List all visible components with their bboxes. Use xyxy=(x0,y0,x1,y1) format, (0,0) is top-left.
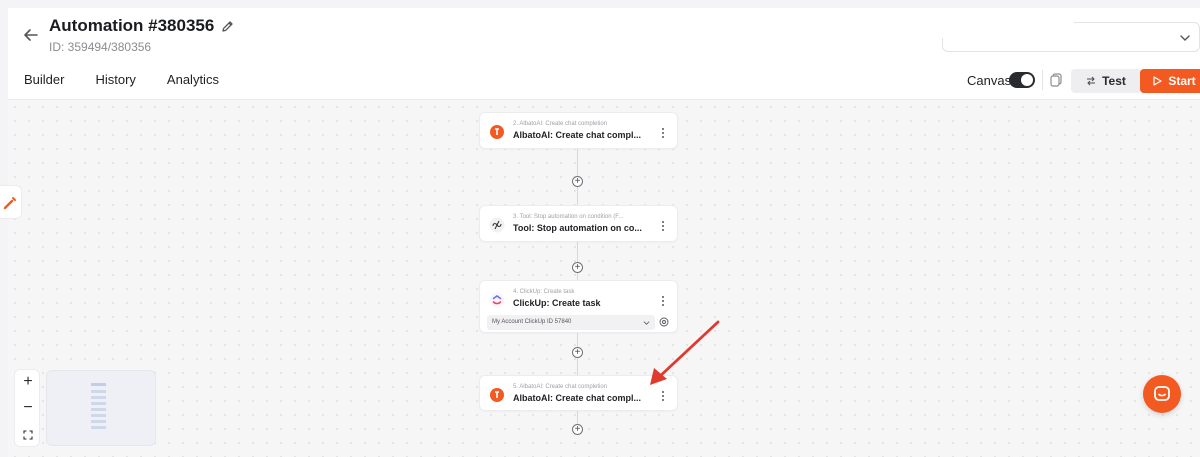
zoom-controls: + − xyxy=(14,369,40,447)
minimap-node xyxy=(91,408,106,411)
chat-icon xyxy=(1154,386,1170,401)
account-select[interactable]: My Account ClickUp ID 57840 xyxy=(487,315,655,330)
edit-pencil-icon[interactable] xyxy=(220,19,235,34)
test-button[interactable]: Test xyxy=(1071,69,1141,93)
fit-view-icon xyxy=(23,430,33,440)
albato-ai-icon xyxy=(490,388,504,402)
swap-arrows-icon xyxy=(1087,76,1096,86)
flow-connector xyxy=(577,242,578,280)
canvas-toggle[interactable] xyxy=(1009,72,1035,88)
automation-id: ID: 359494/380356 xyxy=(49,40,152,54)
chevron-down-icon xyxy=(1180,35,1190,41)
start-button-label: Start xyxy=(1168,74,1196,88)
more-vertical-icon[interactable] xyxy=(661,220,665,232)
tab-history[interactable]: History xyxy=(95,72,135,87)
minimap-node xyxy=(91,383,106,386)
play-icon xyxy=(1153,76,1162,86)
add-step-button[interactable]: + xyxy=(572,424,583,435)
step-title: AlbatoAI: Create chat compl... xyxy=(513,393,642,403)
step-title: ClickUp: Create task xyxy=(513,298,601,308)
step-card[interactable]: 3. Tool: Stop automation on condition (F… xyxy=(479,205,678,242)
tab-analytics[interactable]: Analytics xyxy=(167,72,219,87)
minimap-node xyxy=(91,420,106,423)
tool-icon xyxy=(489,217,505,233)
fit-view-button[interactable] xyxy=(15,422,41,448)
step-subtitle: 2. AlbatoAI: Create chat completion xyxy=(513,121,608,127)
more-vertical-icon[interactable] xyxy=(661,390,665,402)
step-subtitle: 3. Tool: Stop automation on condition (F… xyxy=(513,214,624,220)
more-vertical-icon[interactable] xyxy=(661,295,665,307)
magic-wand-icon xyxy=(3,197,16,210)
minimap-node xyxy=(91,414,106,417)
add-step-button[interactable]: + xyxy=(572,347,583,358)
more-vertical-icon[interactable] xyxy=(661,127,665,139)
minimap-node xyxy=(91,390,106,393)
tab-bar: Builder History Analytics xyxy=(24,72,250,87)
test-button-label: Test xyxy=(1102,74,1126,88)
minimap[interactable] xyxy=(46,370,156,446)
canvas-toggle-label: Canvas xyxy=(967,73,1012,88)
zoom-in-button[interactable]: + xyxy=(15,370,41,396)
toggle-knob xyxy=(1021,74,1033,86)
albato-ai-icon xyxy=(490,125,504,139)
clickup-icon xyxy=(489,292,505,308)
account-select-value: My Account ClickUp ID 57840 xyxy=(492,319,572,325)
start-button[interactable]: Start xyxy=(1140,69,1200,93)
minimap-node xyxy=(91,396,106,399)
chat-support-button[interactable] xyxy=(1143,375,1181,413)
annotation-arrow xyxy=(650,320,720,385)
minimap-node xyxy=(91,402,106,405)
tab-builder[interactable]: Builder xyxy=(24,72,64,87)
header-blank-area xyxy=(894,14,1074,38)
step-card[interactable]: 2. AlbatoAI: Create chat completion Alba… xyxy=(479,112,678,149)
zoom-out-button[interactable]: − xyxy=(15,396,41,422)
step-subtitle: 4. ClickUp: Create task xyxy=(513,289,575,295)
page-title: Automation #380356 xyxy=(49,16,215,35)
toolbar-divider xyxy=(1042,70,1043,90)
header: Automation #380356 ID: 359494/380356 Bui… xyxy=(8,8,1200,100)
minimap-node xyxy=(91,426,106,429)
step-subtitle: 5. AlbatoAI: Create chat completion xyxy=(513,384,608,390)
copy-icon[interactable] xyxy=(1048,72,1064,88)
side-panel-toggle[interactable] xyxy=(0,185,22,219)
step-title: Tool: Stop automation on co... xyxy=(513,223,642,233)
add-step-button[interactable]: + xyxy=(572,176,583,187)
back-arrow-icon[interactable] xyxy=(22,26,40,44)
step-title: AlbatoAI: Create chat compl... xyxy=(513,130,642,140)
add-step-button[interactable]: + xyxy=(572,262,583,273)
